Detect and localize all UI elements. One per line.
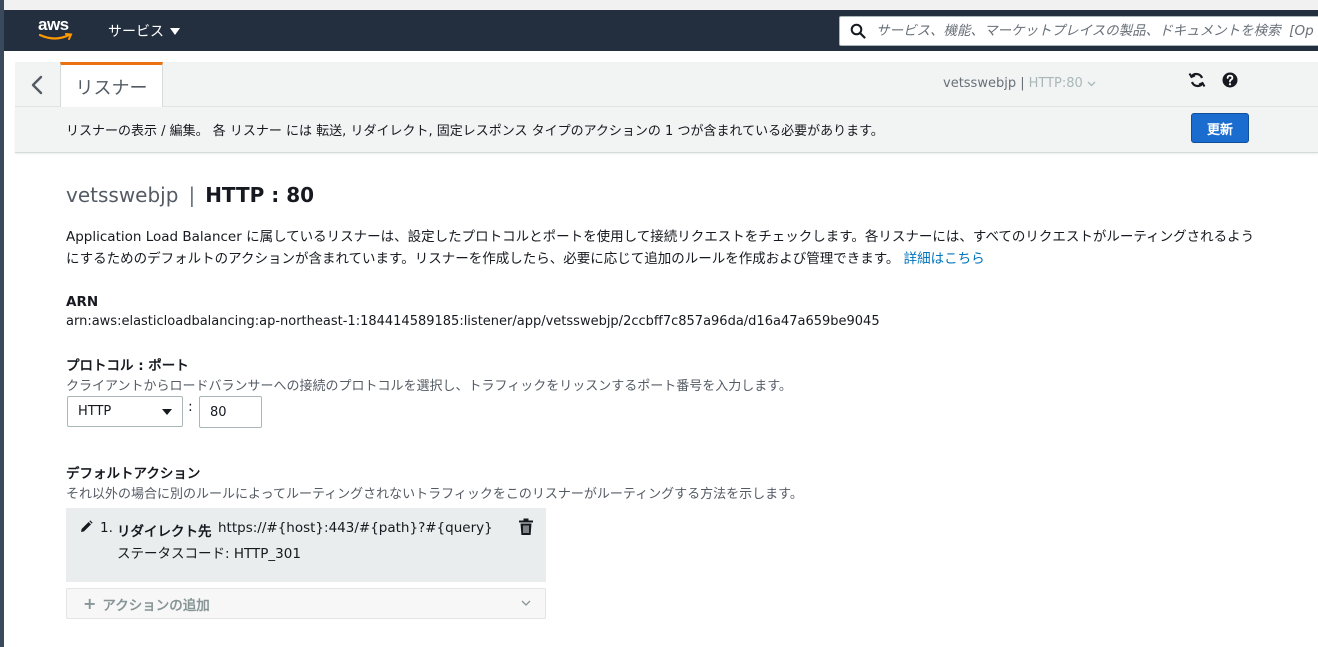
tab-header: リスナー vetsswebjp | HTTP:80 [15, 62, 1318, 108]
action-item: 1. リダイレクト先 https://#{host}:443/#{path}?#… [66, 508, 546, 582]
action-number: 1. [100, 520, 113, 536]
add-action-button[interactable]: + アクションの追加 [66, 588, 546, 619]
protocol-port-help: クライアントからロードバランサーへの接続のプロトコルを選択し、トラフィックをリッ… [66, 379, 792, 394]
description-text: Application Load Balancer に属しているリスナーは、設定… [66, 229, 1255, 267]
chevron-down-icon [521, 600, 531, 606]
listener-selector[interactable]: vetsswebjp | HTTP:80 [943, 76, 1096, 91]
port-input[interactable] [199, 396, 262, 428]
listener-selector-lb: vetsswebjp | [943, 76, 1025, 91]
title-lb-name: vetsswebjp [66, 183, 179, 207]
arn-value: arn:aws:elasticloadbalancing:ap-northeas… [66, 314, 880, 329]
desktop-edge [0, 0, 4, 647]
search-icon [850, 23, 866, 39]
search-box[interactable] [839, 16, 1318, 46]
default-action-label: デフォルトアクション [66, 466, 201, 482]
caret-down-icon [162, 409, 172, 415]
title-listener: HTTP : 80 [205, 183, 315, 207]
protocol-port-colon: : [188, 399, 193, 415]
arn-label: ARN [66, 294, 99, 310]
aws-logo[interactable]: aws [38, 16, 78, 46]
chevron-left-icon [31, 75, 43, 94]
description: Application Load Balancer に属しているリスナーは、設定… [66, 226, 1266, 270]
aws-smile-icon [39, 33, 73, 40]
tab-listeners[interactable]: リスナー [60, 62, 163, 108]
listener-selector-proto: HTTP:80 [1028, 76, 1083, 91]
plus-icon: + [83, 594, 97, 613]
back-button[interactable] [15, 62, 59, 107]
chevron-down-icon [1087, 81, 1096, 86]
pencil-icon[interactable] [79, 520, 93, 534]
protocol-port-label: プロトコル : ポート [66, 358, 189, 374]
add-action-label: アクションの追加 [102, 597, 210, 614]
help-icon[interactable] [1221, 71, 1239, 89]
default-action-help: それ以外の場合に別のルールによってルーティングされないトラフィックをこのリスナー… [66, 487, 803, 502]
refresh-icon[interactable] [1188, 71, 1206, 89]
caret-down-icon [170, 27, 180, 35]
search-input[interactable] [876, 23, 1318, 39]
protocol-select-value: HTTP [78, 404, 112, 419]
action-status: ステータスコード: HTTP_301 [117, 546, 301, 562]
tab-listeners-label: リスナー [75, 77, 148, 99]
browser-top-strip [0, 0, 1318, 10]
services-label: サービス [108, 24, 164, 40]
protocol-select[interactable]: HTTP [67, 396, 183, 427]
update-button[interactable]: 更新 [1191, 113, 1249, 143]
page-title: vetsswebjp | HTTP : 80 [66, 183, 314, 207]
info-message: リスナーの表示 / 編集。 各 リスナー には 転送, リダイレクト, 固定レス… [66, 124, 884, 139]
title-separator: | [188, 183, 196, 207]
aws-top-nav: aws サービス [4, 10, 1318, 51]
info-bar: リスナーの表示 / 編集。 各 リスナー には 転送, リダイレクト, 固定レス… [15, 107, 1318, 153]
learn-more-link[interactable]: 詳細はこちら [904, 251, 985, 267]
trash-icon[interactable] [518, 518, 534, 536]
aws-logo-text: aws [38, 15, 69, 34]
action-type: リダイレクト先 [117, 524, 212, 540]
services-menu[interactable]: サービス [108, 21, 180, 41]
action-url: https://#{host}:443/#{path}?#{query} [218, 520, 493, 536]
